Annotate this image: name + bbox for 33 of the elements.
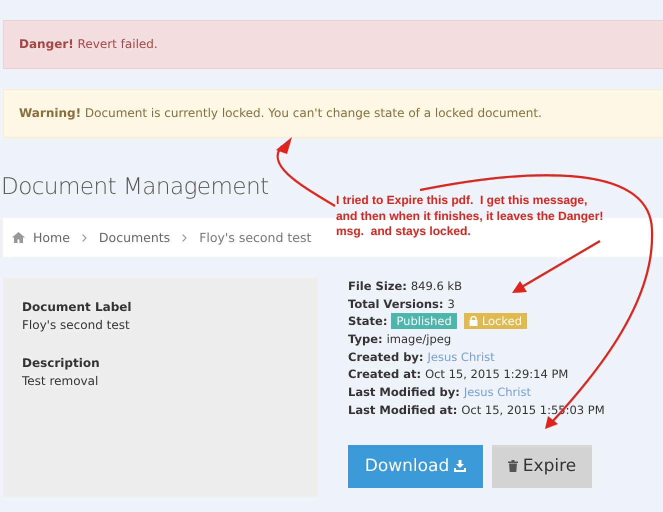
detail-label: Total Versions: (348, 296, 444, 311)
trash-icon (508, 460, 518, 472)
detail-label: Type: (348, 332, 383, 346)
breadcrumb-link[interactable]: Documents (98, 230, 170, 245)
detail-value: Oct 15, 2015 1:29:14 PM (425, 367, 568, 382)
home-icon (12, 232, 25, 243)
locked-badge: Locked (464, 313, 528, 330)
state-badge: Published (391, 313, 457, 330)
breadcrumb-link[interactable]: Home (33, 230, 70, 245)
warning-alert: Warning! Document is currently locked. You can't change state of a locked document. (3, 89, 663, 138)
detail-label: Last Modified at: (348, 402, 458, 417)
expire-button[interactable]: Expire (492, 444, 592, 488)
download-icon (454, 460, 466, 472)
annotation-arrow (276, 137, 336, 207)
detail-label: Created at: (348, 367, 422, 382)
field-value: Test removal (22, 373, 100, 390)
detail-value: 849.6 kB (410, 278, 462, 293)
detail-label: File Size: (348, 278, 407, 293)
chevron-icon (182, 234, 188, 242)
field-label: Description (22, 355, 101, 372)
chevron-icon (82, 234, 87, 242)
page-title: Document Management (1, 174, 269, 200)
danger-alert: Danger! Revert failed. (3, 20, 663, 69)
detail-label: State: (348, 314, 388, 328)
detail-value: image/jpeg (386, 332, 452, 346)
field-value: Floy's second test (22, 317, 131, 334)
detail-label: Created by: (348, 350, 424, 364)
detail-label: Last Modified by: (348, 384, 460, 399)
lock-icon (468, 316, 478, 326)
detail-value: 3 (447, 296, 455, 311)
download-button[interactable]: Download (348, 444, 483, 488)
annotation-note: I tried to Expire this pdf. I get this message, and then when it finishes, it leaves the Danger! msg. and stays locked. (336, 193, 604, 240)
field-label: Document Label (22, 299, 133, 316)
